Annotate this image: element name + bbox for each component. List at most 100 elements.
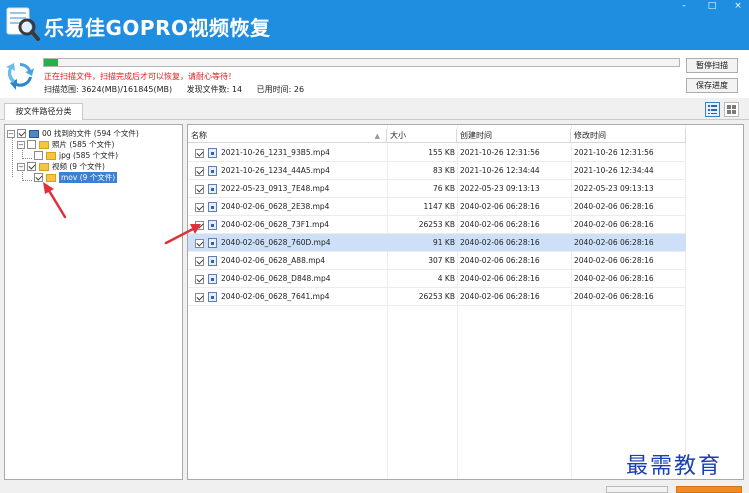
file-size: 26253 KB (418, 292, 455, 301)
list-view-icon (708, 105, 717, 114)
file-size: 26253 KB (418, 220, 455, 229)
pause-scan-button[interactable]: 暂停扫描 (686, 58, 738, 73)
collapse-icon[interactable]: − (17, 162, 25, 171)
tree-item-root[interactable]: − 00 找到的文件 (594 个文件) (7, 128, 139, 139)
file-row[interactable]: 2040-02-06_0628_7641.mp4 26253 KB 2040-02-… (188, 288, 686, 306)
file-modified: 2021-10-26 12:31:56 (574, 148, 654, 157)
minimize-button[interactable]: - (672, 0, 696, 12)
save-progress-button[interactable]: 保存进度 (686, 78, 738, 93)
thumbnail-view-button[interactable] (724, 102, 739, 117)
file-name: 2040-02-06_0628_D848.mp4 (221, 274, 331, 283)
file-row[interactable]: 2040-02-06_0628_A88.mp4 307 KB 2040-02-06 … (188, 252, 686, 270)
file-name: 2040-02-06_0628_A88.mp4 (221, 256, 326, 265)
column-header-modified[interactable]: 修改时间 (571, 129, 686, 143)
column-header-name[interactable]: 名称 ▲ (188, 129, 387, 143)
scan-status-message: 正在扫描文件，扫描完成后才可以恢复，请耐心等待！ (44, 72, 236, 81)
tree-connector (22, 158, 32, 159)
tree-item-label: 视频 (9 个文件) (52, 162, 105, 171)
file-modified: 2040-02-06 06:28:16 (574, 220, 654, 229)
file-name: 2021-10-26_1234_44A5.mp4 (221, 166, 330, 175)
file-size: 91 KB (433, 238, 455, 247)
file-modified: 2040-02-06 06:28:16 (574, 274, 654, 283)
row-checkbox[interactable] (195, 275, 204, 284)
sort-ascending-icon: ▲ (374, 132, 380, 140)
file-row[interactable]: 2040-02-06_0628_2E38.mp4 1147 KB 2040-02-0… (188, 198, 686, 216)
tree-checkbox[interactable] (27, 162, 36, 171)
row-checkbox[interactable] (195, 149, 204, 158)
file-size: 1147 KB (423, 202, 455, 211)
file-list-header: 名称 ▲ 大小 创建时间 修改时间 (188, 129, 686, 143)
tab-by-file-path[interactable]: 按文件路径分类 (4, 103, 83, 121)
file-name: 2022-05-23_0913_7E48.mp4 (221, 184, 330, 193)
scan-progress-fill (44, 59, 58, 66)
drive-icon (29, 129, 39, 138)
file-created: 2040-02-06 06:28:16 (460, 256, 540, 265)
video-file-icon (208, 238, 217, 248)
file-modified: 2040-02-06 06:28:16 (574, 292, 654, 301)
file-created: 2040-02-06 06:28:16 (460, 238, 540, 247)
column-header-created[interactable]: 创建时间 (457, 129, 571, 143)
file-modified: 2040-02-06 06:28:16 (574, 238, 654, 247)
file-row[interactable]: 2021-10-26_1234_44A5.mp4 83 KB 2021-10-26 … (188, 162, 686, 180)
scan-range-label: 扫描范围: 3624(MB)/161845(MB) (44, 85, 173, 94)
row-checkbox[interactable] (195, 293, 204, 302)
file-row[interactable]: 2021-10-26_1231_93B5.mp4 155 KB 2021-10-26… (188, 144, 686, 162)
file-created: 2040-02-06 06:28:16 (460, 274, 540, 283)
tree-checkbox[interactable] (34, 151, 43, 160)
collapse-icon[interactable]: − (17, 140, 25, 149)
file-size: 307 KB (428, 256, 455, 265)
video-file-icon (208, 166, 217, 176)
video-file-icon (208, 256, 217, 266)
refresh-icon (6, 62, 34, 90)
tab-bar (0, 98, 749, 120)
file-modified: 2021-10-26 12:34:44 (574, 166, 654, 175)
file-name: 2040-02-06_0628_73F1.mp4 (221, 220, 330, 229)
video-file-icon (208, 202, 217, 212)
file-created: 2021-10-26 12:34:44 (460, 166, 540, 175)
tree-item-jpg[interactable]: jpg (585 个文件) (34, 150, 118, 161)
row-checkbox[interactable] (195, 185, 204, 194)
maximize-button[interactable]: □ (700, 0, 724, 12)
close-button[interactable]: × (726, 0, 749, 12)
file-row[interactable]: 2040-02-06_0628_D848.mp4 4 KB 2040-02-06 0… (188, 270, 686, 288)
tree-connector (12, 137, 13, 177)
video-file-icon (208, 274, 217, 284)
video-file-icon (208, 148, 217, 158)
video-file-icon (208, 220, 217, 230)
bottom-button[interactable] (606, 486, 668, 493)
tree-item-label: 00 找到的文件 (594 个文件) (42, 129, 139, 138)
annotation-arrow-icon (164, 224, 201, 245)
video-file-icon (208, 184, 217, 194)
watermark-text: 最需教育 (626, 454, 723, 479)
file-created: 2040-02-06 06:28:16 (460, 220, 540, 229)
column-header-size[interactable]: 大小 (387, 129, 457, 143)
file-size: 4 KB (437, 274, 455, 283)
video-file-icon (208, 292, 217, 302)
collapse-icon[interactable]: − (7, 129, 15, 138)
row-checkbox[interactable] (195, 167, 204, 176)
row-checkbox[interactable] (195, 203, 204, 212)
elapsed-time-label: 已用时间: 26 (256, 85, 305, 94)
annotation-arrow-icon (43, 182, 67, 219)
tree-item-photos[interactable]: − 照片 (585 个文件) (17, 139, 114, 150)
row-checkbox[interactable] (195, 257, 204, 266)
file-modified: 2022-05-23 09:13:13 (574, 184, 654, 193)
file-row[interactable]: 2040-02-06_0628_760D.mp4 91 KB 2040-02-06 … (188, 234, 686, 252)
folder-icon (39, 140, 49, 149)
file-name: 2040-02-06_0628_2E38.mp4 (221, 202, 330, 211)
found-files-label: 发现文件数: 14 (186, 85, 243, 94)
recover-button[interactable] (676, 486, 742, 493)
tree-connector (22, 180, 32, 181)
tree-item-video[interactable]: − 视频 (9 个文件) (17, 161, 105, 172)
column-header-label: 名称 (191, 131, 207, 140)
tree-checkbox[interactable] (27, 140, 36, 149)
file-list-pane[interactable]: 名称 ▲ 大小 创建时间 修改时间 2021-10-26_1231_93B5.m… (187, 124, 744, 480)
folder-tree-pane[interactable]: − 00 找到的文件 (594 个文件) − 照片 (585 个文件) jpg … (4, 124, 183, 480)
file-row[interactable]: 2040-02-06_0628_73F1.mp4 26253 KB 2040-02-… (188, 216, 686, 234)
tree-checkbox[interactable] (17, 129, 26, 138)
file-row[interactable]: 2022-05-23_0913_7E48.mp4 76 KB 2022-05-23 … (188, 180, 686, 198)
list-view-button[interactable] (705, 102, 720, 117)
file-created: 2040-02-06 06:28:16 (460, 202, 540, 211)
tree-item-label: 照片 (585 个文件) (52, 140, 115, 149)
file-modified: 2040-02-06 06:28:16 (574, 256, 654, 265)
